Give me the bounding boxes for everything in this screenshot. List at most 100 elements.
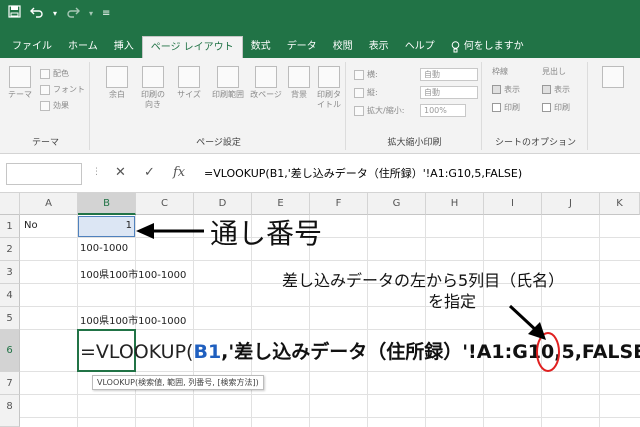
height-row: 縦: 自動 <box>354 86 478 99</box>
themes-label: テーマ <box>8 90 32 99</box>
tab-page-layout[interactable]: ページ レイアウト <box>141 36 243 58</box>
column-header-h[interactable]: H <box>426 193 484 215</box>
arrange-icon <box>602 66 624 88</box>
size-button[interactable]: サイズ <box>174 66 204 100</box>
column-header-c[interactable]: C <box>136 193 194 215</box>
save-icon[interactable] <box>8 5 21 22</box>
formula-input[interactable]: =VLOOKUP(B1,'差し込みデータ（住所録）'!A1:G10,5,FALS… <box>204 165 522 181</box>
tab-insert[interactable]: 挿入 <box>106 36 142 58</box>
margins-button[interactable]: 余白 <box>102 66 132 100</box>
effects-button[interactable]: 効果 <box>40 100 69 111</box>
formula-bar-options-icon[interactable]: ⋮ <box>92 167 101 177</box>
height-select[interactable]: 自動 <box>420 86 478 99</box>
checkbox-icon <box>492 103 501 112</box>
row-header-2[interactable]: 2 <box>0 238 20 261</box>
formula-index: 5 <box>561 341 575 363</box>
breaks-label: 改ページ <box>250 90 282 99</box>
fonts-icon <box>40 84 50 95</box>
gridline <box>483 215 484 427</box>
print-area-button[interactable]: 印刷範囲 <box>210 66 246 100</box>
gridline <box>367 215 368 427</box>
undo-icon[interactable] <box>30 5 44 22</box>
insert-function-icon[interactable]: fx <box>173 165 185 180</box>
cancel-icon[interactable]: ✕ <box>115 165 126 180</box>
headings-print-label: 印刷 <box>554 103 570 112</box>
row-header-6[interactable]: 6 <box>0 330 20 372</box>
redo-dropdown-icon[interactable]: ▾ <box>89 9 93 18</box>
column-header-j[interactable]: J <box>542 193 600 215</box>
tooltip-text: VLOOKUP(検索値, 範囲, 列番号, [検索方法]) <box>97 378 259 387</box>
function-tooltip: VLOOKUP(検索値, 範囲, 列番号, [検索方法]) <box>92 375 264 390</box>
arrange-button[interactable] <box>598 66 628 90</box>
tab-help[interactable]: ヘルプ <box>397 36 443 58</box>
row-header-3[interactable]: 3 <box>0 261 20 284</box>
themes-button[interactable]: テーマ <box>6 66 34 100</box>
tab-formulas[interactable]: 数式 <box>243 36 279 58</box>
gridline <box>425 215 426 427</box>
height-label: 縦: <box>367 88 378 97</box>
annotation-serial-number: 通し番号 <box>210 217 323 250</box>
row-header-7[interactable]: 7 <box>0 372 20 395</box>
orientation-button[interactable]: 印刷の向き <box>138 66 168 110</box>
undo-dropdown-icon[interactable]: ▾ <box>53 9 57 18</box>
gridline <box>20 394 640 395</box>
redo-icon[interactable] <box>66 5 81 22</box>
column-header-a[interactable]: A <box>20 193 78 215</box>
column-header-b[interactable]: B <box>78 193 136 215</box>
print-area-icon <box>217 66 239 88</box>
cell-a1[interactable]: No <box>24 220 38 231</box>
column-header-i[interactable]: I <box>484 193 542 215</box>
print-titles-icon <box>318 66 340 88</box>
width-select[interactable]: 自動 <box>420 68 478 81</box>
gridline <box>20 237 640 238</box>
scale-group: 横: 自動 縦: 自動 拡大/縮小: 100% 拡大縮小印刷 <box>348 62 482 150</box>
breaks-button[interactable]: 改ページ <box>250 66 282 100</box>
print-titles-button[interactable]: 印刷タイトル <box>314 66 344 110</box>
ribbon: テーマ 配色 フォント 効果 テーマ 余白 印刷の向き サイズ 印刷範囲 改ペー… <box>0 58 640 154</box>
scale-input[interactable]: 100% <box>420 104 466 117</box>
tab-home[interactable]: ホーム <box>60 36 106 58</box>
arrow-icon <box>136 223 204 239</box>
print-titles-label: 印刷タイトル <box>317 90 341 109</box>
gridline <box>20 260 640 261</box>
checkbox-icon <box>542 103 551 112</box>
column-header-g[interactable]: G <box>368 193 426 215</box>
cell-b2[interactable]: 100-1000 <box>80 243 128 254</box>
page-setup-group: 余白 印刷の向き サイズ 印刷範囲 改ページ 背景 印刷タイトル ページ設定 <box>92 62 346 150</box>
tell-me-label: 何をしますか <box>463 41 524 52</box>
headings-view-checkbox[interactable]: 表示 <box>542 84 570 95</box>
customize-qat-icon[interactable]: ≡ <box>102 8 110 19</box>
fonts-button[interactable]: フォント <box>40 84 85 95</box>
tab-view[interactable]: 表示 <box>361 36 397 58</box>
cell-b5[interactable]: 100県100市100-1000 <box>80 312 186 327</box>
headings-print-checkbox[interactable]: 印刷 <box>542 102 570 113</box>
row-header-4[interactable]: 4 <box>0 284 20 307</box>
gridline <box>20 417 640 418</box>
row-header-1[interactable]: 1 <box>0 215 20 238</box>
gridlines-view-checkbox[interactable]: 表示 <box>492 84 520 95</box>
tab-review[interactable]: 校閲 <box>325 36 361 58</box>
effects-icon <box>40 100 50 111</box>
gridlines-print-checkbox[interactable]: 印刷 <box>492 102 520 113</box>
cell-b3[interactable]: 100県100市100-1000 <box>80 266 186 281</box>
select-all-corner[interactable] <box>0 193 20 215</box>
row-header-5[interactable]: 5 <box>0 307 20 330</box>
gridlines-view-label: 表示 <box>504 85 520 94</box>
enter-icon[interactable]: ✓ <box>144 165 155 180</box>
headings-view-label: 表示 <box>554 85 570 94</box>
column-header-k[interactable]: K <box>600 193 640 215</box>
tab-file[interactable]: ファイル <box>4 36 60 58</box>
row-header-8[interactable]: 8 <box>0 395 20 427</box>
background-button[interactable]: 背景 <box>286 66 312 100</box>
cell-b1[interactable]: 1 <box>78 220 132 231</box>
formula-tail: ,FALSE) <box>574 341 640 363</box>
effects-label: 効果 <box>53 101 69 110</box>
tell-me-search[interactable]: 何をしますか <box>443 36 532 58</box>
width-icon <box>354 69 364 80</box>
formula-bar: ⋮ ✕ ✓ fx =VLOOKUP(B1,'差し込みデータ（住所録）'!A1:G… <box>0 155 640 193</box>
colors-label: 配色 <box>53 69 69 78</box>
colors-button[interactable]: 配色 <box>40 68 69 79</box>
tab-data[interactable]: データ <box>279 36 325 58</box>
formula-rest: ,'差し込みデータ（住所録）'!A1:G10, <box>221 341 562 363</box>
name-box[interactable] <box>6 163 82 185</box>
